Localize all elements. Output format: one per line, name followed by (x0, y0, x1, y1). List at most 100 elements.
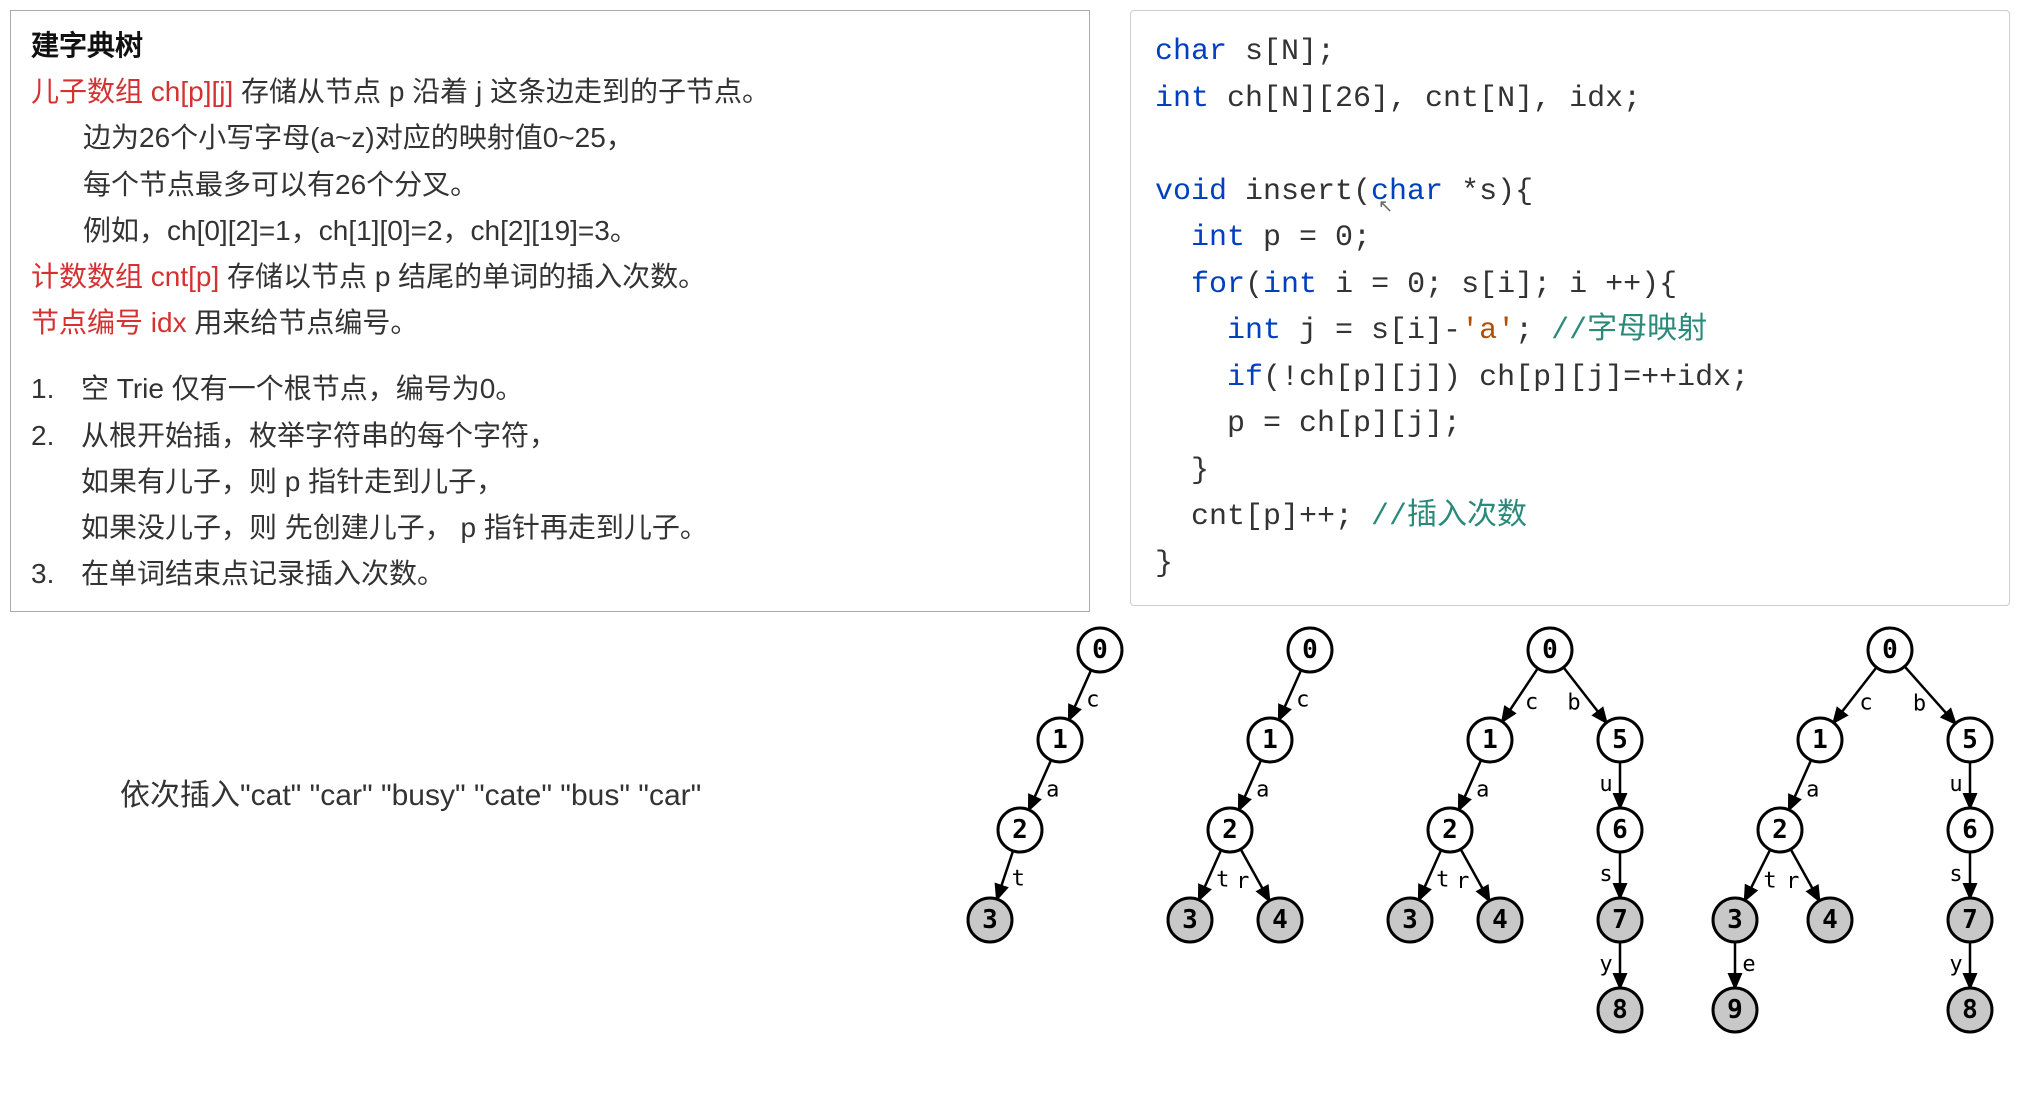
explain-line: 存储以节点 p 结尾的单词的插入次数。 (219, 261, 706, 292)
code-text: } (1155, 547, 1173, 581)
edge-label: c (1859, 691, 1872, 716)
trie-node-label: 8 (1612, 995, 1628, 1025)
code-keyword: char (1155, 35, 1227, 69)
trie-node-label: 0 (1542, 635, 1558, 665)
trie-tree: c b a u tr s y 0 1 5 2 6 3 4 7 8 (1360, 620, 1680, 1048)
explain-line: 例如，ch[0][2]=1，ch[1][0]=2，ch[2][19]=3。 (31, 208, 1069, 254)
trie-node-label: 4 (1492, 905, 1508, 935)
idx-term: 节点编号 idx (31, 307, 187, 338)
edge-label: a (1806, 778, 1819, 803)
trie-tree: c a tr 0 1 2 3 4 (1140, 620, 1360, 958)
insert-sequence: 依次插入"cat" "car" "busy" "cate" "bus" "car… (120, 770, 701, 814)
edge-label: y (1949, 952, 1962, 977)
trie-node-label: 7 (1612, 905, 1628, 935)
code-panel: char s[N]; int ch[N][26], cnt[N], idx; v… (1130, 10, 2010, 606)
code-text: (!ch[p][j]) ch[p][j]=++idx; (1263, 361, 1749, 395)
child-array-term: 儿子数组 ch[p][j] (31, 76, 233, 107)
edge-label: r (1236, 869, 1249, 894)
trie-node-label: 1 (1482, 725, 1498, 755)
code-text: insert( (1227, 175, 1371, 209)
explain-line: 用来给节点编号。 (187, 307, 419, 338)
trie-node-label: 6 (1962, 815, 1978, 845)
step-text: 空 Trie 仅有一个根节点，编号为0。 (81, 366, 523, 412)
code-keyword: int (1227, 314, 1281, 348)
trie-node-label: 2 (1772, 815, 1788, 845)
explain-line: 每个节点最多可以有26个分叉。 (31, 162, 1069, 208)
trie-node-label: 4 (1822, 905, 1838, 935)
trie-node-label: 9 (1727, 995, 1743, 1025)
edge-label: y (1599, 952, 1612, 977)
trie-node-label: 7 (1962, 905, 1978, 935)
edge-label: u (1599, 772, 1612, 797)
code-text: p = 0; (1245, 221, 1371, 255)
edge-label: a (1256, 778, 1269, 803)
edge-label: b (1567, 691, 1580, 716)
edge-label: c (1525, 690, 1538, 715)
edge-label: c (1086, 688, 1099, 713)
step-text: 如果没儿子，则 先创建儿子， p 指针再走到儿子。 (81, 505, 708, 551)
edge-label: t (1763, 868, 1776, 893)
code-keyword: int (1191, 221, 1245, 255)
trie-node-label: 1 (1812, 725, 1828, 755)
trie-tree: cbautrsey0152634798 (1680, 620, 2020, 1048)
code-keyword: int (1155, 82, 1209, 116)
code-text: *s){ (1443, 175, 1533, 209)
trie-node-label: 5 (1612, 725, 1628, 755)
code-text: i = 0; s[i]; i ++){ (1317, 268, 1677, 302)
code-keyword: if (1227, 361, 1263, 395)
step-text: 如果有儿子，则 p 指针走到儿子， (81, 459, 504, 505)
trie-node-label: 2 (1012, 815, 1028, 845)
edge-label: t (1012, 866, 1025, 891)
step-num: 1. (31, 366, 81, 412)
step-num: 3. (31, 551, 81, 597)
edge-label: t (1436, 868, 1449, 893)
code-keyword: int (1263, 268, 1317, 302)
trie-node-label: 6 (1612, 815, 1628, 845)
edge-label: e (1742, 952, 1755, 977)
step-text: 从根开始插，枚举字符串的每个字符， (81, 413, 557, 459)
code-text: ; (1515, 314, 1551, 348)
edge-label: a (1476, 778, 1489, 803)
code-text: ( (1245, 268, 1263, 302)
trie-node-label: 0 (1092, 635, 1108, 665)
code-text: j = s[i]- (1281, 314, 1461, 348)
cursor-icon: ↖ (1378, 196, 1393, 217)
code-text: } (1155, 454, 1209, 488)
edge-label: s (1949, 862, 1962, 887)
trie-node-label: 3 (1402, 905, 1418, 935)
trie-node-label: 3 (1727, 905, 1743, 935)
edge-label: c (1296, 688, 1309, 713)
trie-node-label: 0 (1302, 635, 1318, 665)
trie-node-label: 5 (1962, 725, 1978, 755)
edge-label: r (1456, 869, 1469, 894)
trie-node-label: 3 (982, 905, 998, 935)
explain-line: 存储从节点 p 沿着 j 这条边走到的子节点。 (233, 76, 770, 107)
edge-label: t (1216, 868, 1229, 893)
code-text: s[N]; (1227, 35, 1335, 69)
trie-node-label: 4 (1272, 905, 1288, 935)
edge-label: u (1949, 772, 1962, 797)
code-comment: //插入次数 (1371, 500, 1527, 534)
explain-title: 建字典树 (31, 30, 143, 61)
code-comment: //字母映射 (1551, 314, 1707, 348)
code-text: p = ch[p][j]; (1155, 407, 1461, 441)
trie-trees-area: cat0123catr01234cbautrsy015263478cbautrs… (960, 620, 2020, 1100)
code-text: ch[N][26], cnt[N], idx; (1209, 82, 1641, 116)
code-text: cnt[p]++; (1155, 500, 1371, 534)
trie-node-label: 0 (1882, 635, 1898, 665)
edge-label: s (1599, 862, 1612, 887)
explanation-panel: 建字典树 儿子数组 ch[p][j] 存储从节点 p 沿着 j 这条边走到的子节… (10, 10, 1090, 612)
trie-node-label: 3 (1182, 905, 1198, 935)
trie-node-label: 8 (1962, 995, 1978, 1025)
trie-node-label: 1 (1262, 725, 1278, 755)
trie-tree: c a t 0 1 2 3 (960, 620, 1140, 958)
trie-node-label: 1 (1052, 725, 1068, 755)
step-text: 在单词结束点记录插入次数。 (81, 551, 445, 597)
count-array-term: 计数数组 cnt[p] (31, 261, 219, 292)
code-char: 'a' (1461, 314, 1515, 348)
edge-label: a (1046, 778, 1059, 803)
explain-line: 边为26个小写字母(a~z)对应的映射值0~25， (31, 115, 1069, 161)
trie-node-label: 2 (1222, 815, 1238, 845)
trie-node-label: 2 (1442, 815, 1458, 845)
code-keyword: void (1155, 175, 1227, 209)
